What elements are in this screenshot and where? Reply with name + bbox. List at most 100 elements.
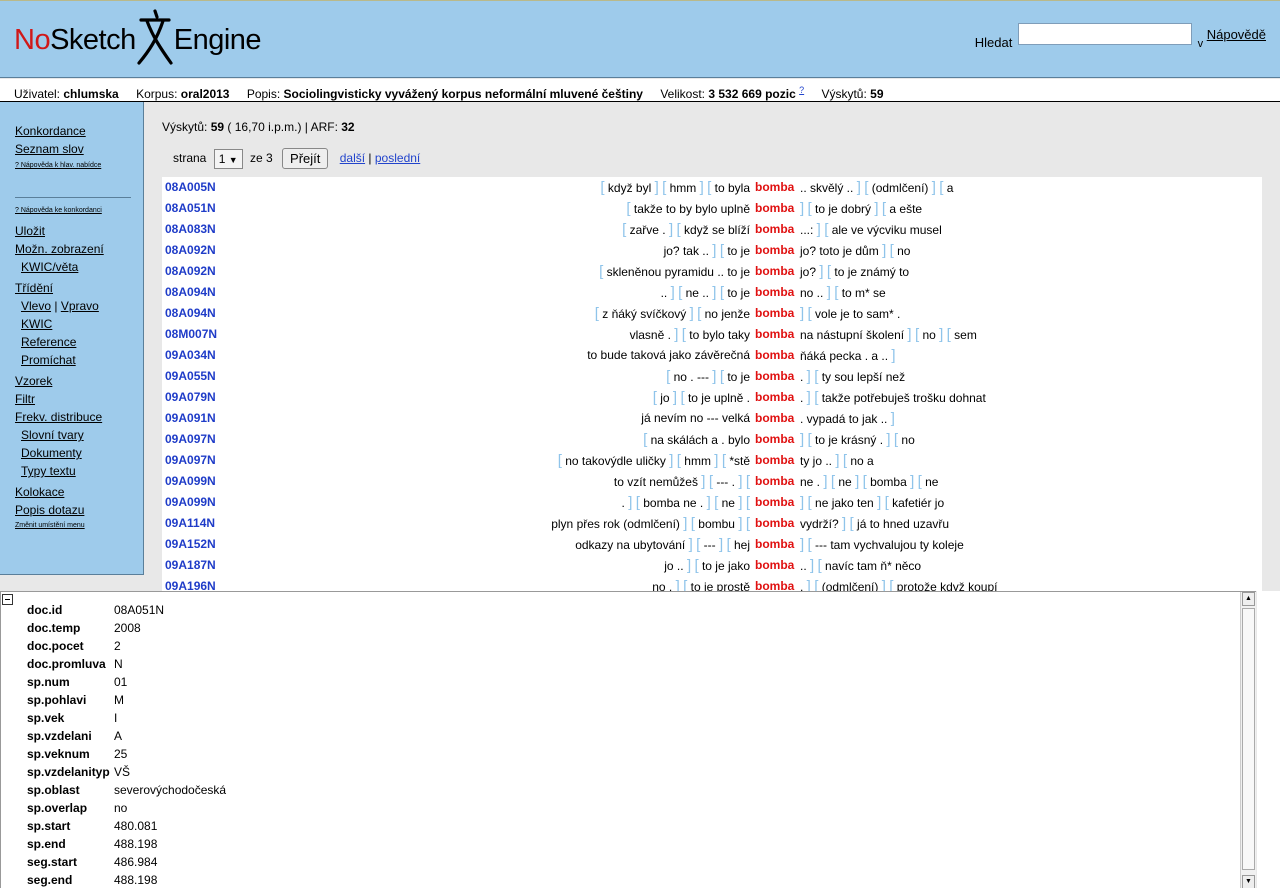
- menu-frequency[interactable]: Frekv. distribuce: [15, 408, 143, 426]
- row-keyword[interactable]: bomba: [755, 471, 794, 492]
- row-keyword[interactable]: bomba: [755, 555, 794, 576]
- row-reference[interactable]: 08M007N: [165, 324, 217, 345]
- row-right-context[interactable]: ] [ to je dobrý ] [ a ešte: [800, 198, 922, 220]
- row-left-context[interactable]: [ takže to by bylo uplně: [626, 198, 750, 220]
- search-go[interactable]: v: [1198, 38, 1204, 50]
- row-reference[interactable]: 09A055N: [165, 366, 216, 387]
- menu-sort-reference[interactable]: Reference: [15, 333, 143, 351]
- row-right-context[interactable]: ty jo .. ] [ no a: [800, 450, 874, 472]
- row-keyword[interactable]: bomba: [755, 282, 794, 303]
- row-reference[interactable]: 09A099N: [165, 492, 216, 513]
- row-right-context[interactable]: ] [ vole je to sam* .: [800, 303, 900, 325]
- menu-shuffle[interactable]: Promíchat: [15, 351, 143, 369]
- row-keyword[interactable]: bomba: [755, 198, 794, 219]
- row-keyword[interactable]: bomba: [755, 261, 794, 282]
- row-keyword[interactable]: bomba: [755, 345, 794, 366]
- row-right-context[interactable]: . ] [ ty sou lepší než: [800, 366, 905, 388]
- row-right-context[interactable]: .. ] [ navíc tam ň* něco: [800, 555, 921, 577]
- menu-documents[interactable]: Dokumenty: [15, 444, 143, 462]
- row-right-context[interactable]: jo? ] [ to je známý to: [800, 261, 909, 283]
- menu-view-options[interactable]: Možn. zobrazení: [15, 240, 143, 258]
- row-keyword[interactable]: bomba: [755, 429, 794, 450]
- menu-text-types[interactable]: Typy textu: [15, 462, 143, 480]
- last-page-link[interactable]: poslední: [375, 151, 420, 165]
- row-keyword[interactable]: bomba: [755, 534, 794, 555]
- row-keyword[interactable]: bomba: [755, 219, 794, 240]
- row-right-context[interactable]: .. skvělý .. ] [ (odmlčení) ] [ a: [800, 177, 953, 199]
- row-left-context[interactable]: plyn přes rok (odmlčení) ] [ bombu ] [: [551, 513, 750, 535]
- row-right-context[interactable]: ] [ ne jako ten ] [ kafetiér jo: [800, 492, 944, 514]
- row-keyword[interactable]: bomba: [755, 366, 794, 387]
- collapse-icon[interactable]: [2, 594, 13, 605]
- menu-change-position[interactable]: Změnit umístění menu: [15, 521, 143, 531]
- row-keyword[interactable]: bomba: [755, 240, 794, 261]
- logo[interactable]: NoSketch Engine: [14, 7, 262, 69]
- row-left-context[interactable]: [ z ňáký svíčkový ] [ no jenže: [595, 303, 750, 325]
- row-right-context[interactable]: ne . ] [ ne ] [ bomba ] [ ne: [800, 471, 938, 493]
- menu-sort-kwic[interactable]: KWIC: [15, 315, 143, 333]
- menu-wordlist[interactable]: Seznam slov: [15, 140, 143, 158]
- menu-sort-left[interactable]: Vlevo: [21, 299, 51, 313]
- search-input[interactable]: [1017, 23, 1192, 45]
- row-reference[interactable]: 08A094N: [165, 303, 216, 324]
- row-left-context[interactable]: vlasně . ] [ to bylo taky: [630, 324, 750, 346]
- row-reference[interactable]: 09A099N: [165, 471, 216, 492]
- menu-help-main[interactable]: ? Nápověda k hlav. nabídce: [15, 161, 143, 171]
- menu-collocations[interactable]: Kolokace: [15, 483, 143, 501]
- row-reference[interactable]: 08A051N: [165, 198, 216, 219]
- arrow-down-icon[interactable]: ▼: [1242, 875, 1255, 888]
- menu-sort-right[interactable]: Vpravo: [61, 299, 99, 313]
- row-keyword[interactable]: bomba: [755, 408, 794, 429]
- row-left-context[interactable]: .. ] [ ne .. ] [ to je: [661, 282, 750, 304]
- menu-word-forms[interactable]: Slovní tvary: [15, 426, 143, 444]
- row-reference[interactable]: 09A152N: [165, 534, 216, 555]
- menu-save[interactable]: Uložit: [15, 222, 143, 240]
- row-reference[interactable]: 09A097N: [165, 429, 216, 450]
- row-right-context[interactable]: . ] [ (odmlčení) ] [ protože když koupí: [800, 576, 997, 591]
- row-left-context[interactable]: já nevím no --- velká: [641, 408, 750, 429]
- row-left-context[interactable]: [ když byl ] [ hmm ] [ to byla: [600, 177, 750, 199]
- row-right-context[interactable]: ] [ to je krásný . ] [ no: [800, 429, 915, 451]
- row-left-context[interactable]: jo .. ] [ to je jako: [664, 555, 750, 577]
- row-right-context[interactable]: ] [ --- tam vychvalujou ty koleje: [800, 534, 964, 556]
- row-reference[interactable]: 08A092N: [165, 240, 216, 261]
- size-help-link[interactable]: ?: [799, 85, 804, 95]
- help-link[interactable]: Nápovědě: [1207, 27, 1266, 42]
- page-select[interactable]: 1 ▼: [213, 148, 243, 169]
- menu-sort[interactable]: Třídění: [15, 279, 143, 297]
- row-left-context[interactable]: [ no takovýdle uličky ] [ hmm ] [ *stě: [558, 450, 750, 472]
- row-keyword[interactable]: bomba: [755, 576, 794, 591]
- row-left-context[interactable]: [ na skálách a . bylo: [643, 429, 750, 451]
- row-reference[interactable]: 09A196N: [165, 576, 216, 591]
- row-keyword[interactable]: bomba: [755, 387, 794, 408]
- row-reference[interactable]: 09A097N: [165, 450, 216, 471]
- row-reference[interactable]: 09A091N: [165, 408, 216, 429]
- row-reference[interactable]: 08A092N: [165, 261, 216, 282]
- row-left-context[interactable]: . ] [ bomba ne . ] [ ne ] [: [622, 492, 750, 514]
- details-scrollbar[interactable]: ▲ ▼: [1240, 592, 1256, 888]
- menu-help-concordance[interactable]: ? Nápověda ke konkordanci: [15, 206, 143, 216]
- row-reference[interactable]: 09A187N: [165, 555, 216, 576]
- row-right-context[interactable]: . vypadá to jak .. ]: [800, 408, 895, 430]
- row-right-context[interactable]: vydrží? ] [ já to hned uzavřu: [800, 513, 949, 535]
- row-reference[interactable]: 09A114N: [165, 513, 215, 534]
- menu-filter[interactable]: Filtr: [15, 390, 143, 408]
- row-left-context[interactable]: jo? tak .. ] [ to je: [664, 240, 750, 262]
- row-keyword[interactable]: bomba: [755, 492, 794, 513]
- menu-kwic-sentence[interactable]: KWIC/věta: [15, 258, 143, 276]
- row-left-context[interactable]: [ zařve . ] [ když se blíží: [622, 219, 750, 241]
- row-left-context[interactable]: to bude taková jako závěrečná: [587, 345, 750, 366]
- row-keyword[interactable]: bomba: [755, 450, 794, 471]
- row-right-context[interactable]: ...: ] [ ale ve výcviku musel: [800, 219, 942, 241]
- row-reference[interactable]: 09A034N: [165, 345, 216, 366]
- row-left-context[interactable]: to vzít nemůžeš ] [ --- . ] [: [614, 471, 750, 493]
- row-keyword[interactable]: bomba: [755, 513, 794, 534]
- row-keyword[interactable]: bomba: [755, 324, 794, 345]
- row-keyword[interactable]: bomba: [755, 177, 794, 198]
- menu-concordance[interactable]: Konkordance: [15, 122, 143, 140]
- row-right-context[interactable]: no .. ] [ to m* se: [800, 282, 886, 304]
- next-page-link[interactable]: další: [340, 151, 365, 165]
- row-keyword[interactable]: bomba: [755, 303, 794, 324]
- row-left-context[interactable]: [ jo ] [ to je uplně .: [653, 387, 750, 409]
- row-right-context[interactable]: na nástupní školení ] [ no ] [ sem: [800, 324, 977, 346]
